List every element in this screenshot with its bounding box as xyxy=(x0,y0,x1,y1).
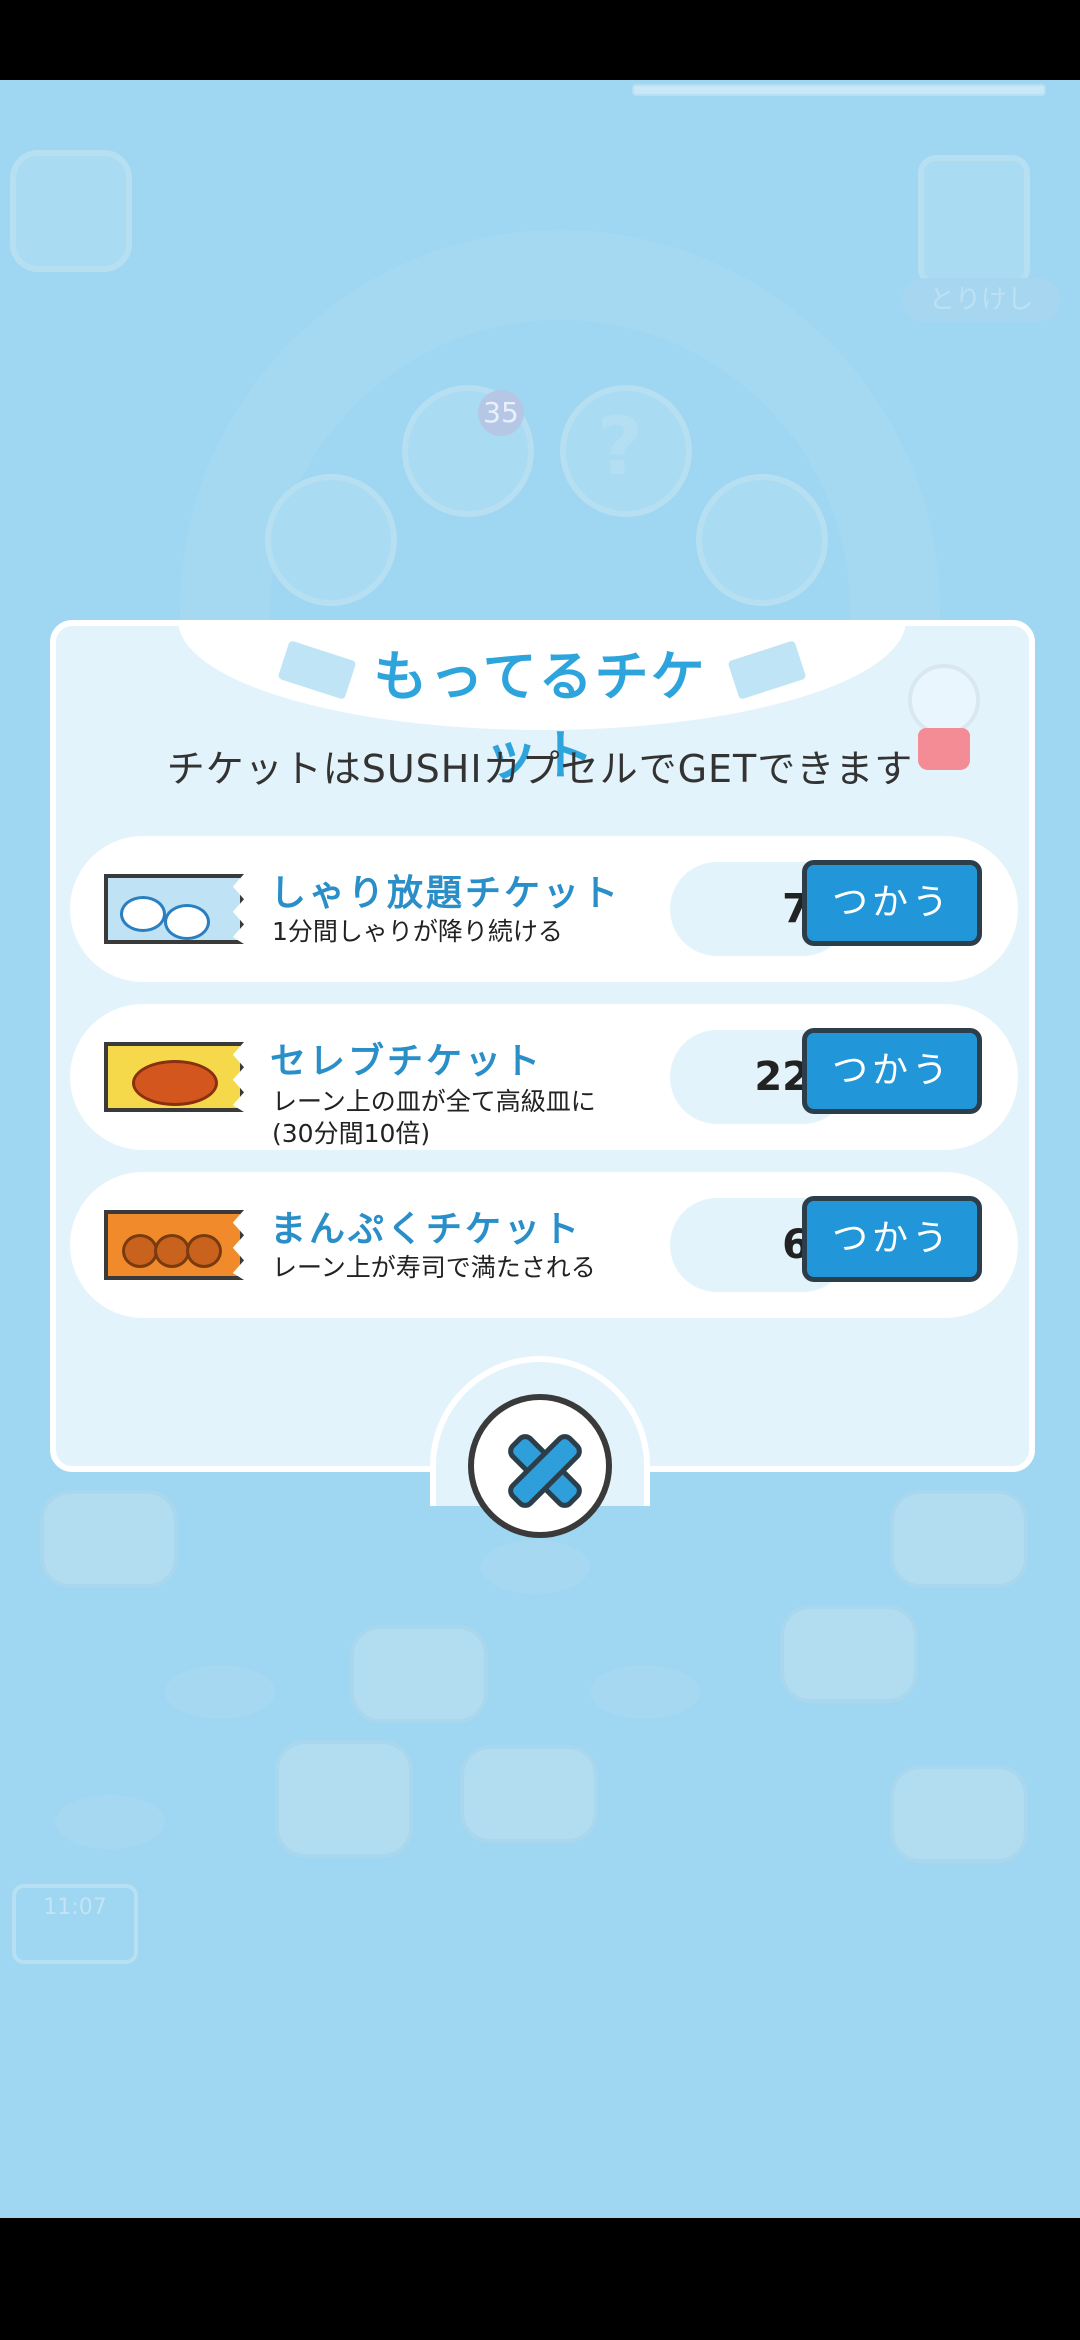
ticket-badge: 35 xyxy=(478,390,524,436)
ticket-description: 1分間しゃりが降り続ける xyxy=(272,917,563,946)
empty-plate xyxy=(55,1795,165,1849)
undo-button: とりけし xyxy=(902,278,1060,322)
status-bar xyxy=(0,0,1080,80)
use-button[interactable]: つかう xyxy=(802,860,982,946)
sushi-plate xyxy=(40,1490,178,1588)
ticket-name: まんぷくチケット xyxy=(270,1209,583,1250)
ticket-name: セレブチケット xyxy=(270,1041,544,1082)
sound-icon xyxy=(696,474,828,606)
empty-plate xyxy=(480,1540,590,1594)
ticket-row: まんぷくチケット レーン上が寿司で満たされる 6枚 つかう xyxy=(70,1172,1018,1318)
progress-bar xyxy=(632,84,1046,96)
help-glyph: ? xyxy=(596,400,644,493)
gamepad-icon xyxy=(10,150,132,272)
sushi-plate xyxy=(780,1605,918,1703)
ticket-description: レーン上が寿司で満たされる xyxy=(272,1253,596,1282)
ticket-description-line: レーン上の皿が全て高級皿に xyxy=(272,1087,596,1116)
ticket-description-line: (30分間10倍) xyxy=(272,1119,431,1148)
use-button[interactable]: つかう xyxy=(802,1196,982,1282)
use-button[interactable]: つかう xyxy=(802,1028,982,1114)
trash-icon xyxy=(918,155,1030,287)
ticket-row: しゃり放題チケット 1分間しゃりが降り続ける 7枚 つかう xyxy=(70,836,1018,982)
ticket-name: しゃり放題チケット xyxy=(270,873,622,914)
close-button[interactable] xyxy=(468,1394,612,1538)
rice-ticket-icon xyxy=(104,874,244,944)
gold-ticket-icon xyxy=(104,1042,244,1112)
navigation-bar xyxy=(0,2218,1080,2340)
sushi-plate xyxy=(275,1740,413,1858)
empty-plate xyxy=(165,1665,275,1719)
modal-subtitle: チケットはSUSHIカプセルでGETできます xyxy=(166,747,914,791)
sushi-plate xyxy=(460,1745,598,1843)
trophy-icon xyxy=(265,474,397,606)
full-ticket-icon xyxy=(104,1210,244,1280)
ticket-row: セレブチケット レーン上の皿が全て高級皿に (30分間10倍) 22枚 つかう xyxy=(70,1004,1018,1150)
sushi-plate xyxy=(890,1490,1028,1588)
ticket-description: レーン上の皿が全て高級皿に (30分間10倍) xyxy=(272,1086,596,1150)
clock: 11:07 xyxy=(12,1884,138,1964)
sushi-plate xyxy=(890,1765,1028,1863)
empty-plate xyxy=(590,1665,700,1719)
sushi-plate xyxy=(350,1625,488,1723)
